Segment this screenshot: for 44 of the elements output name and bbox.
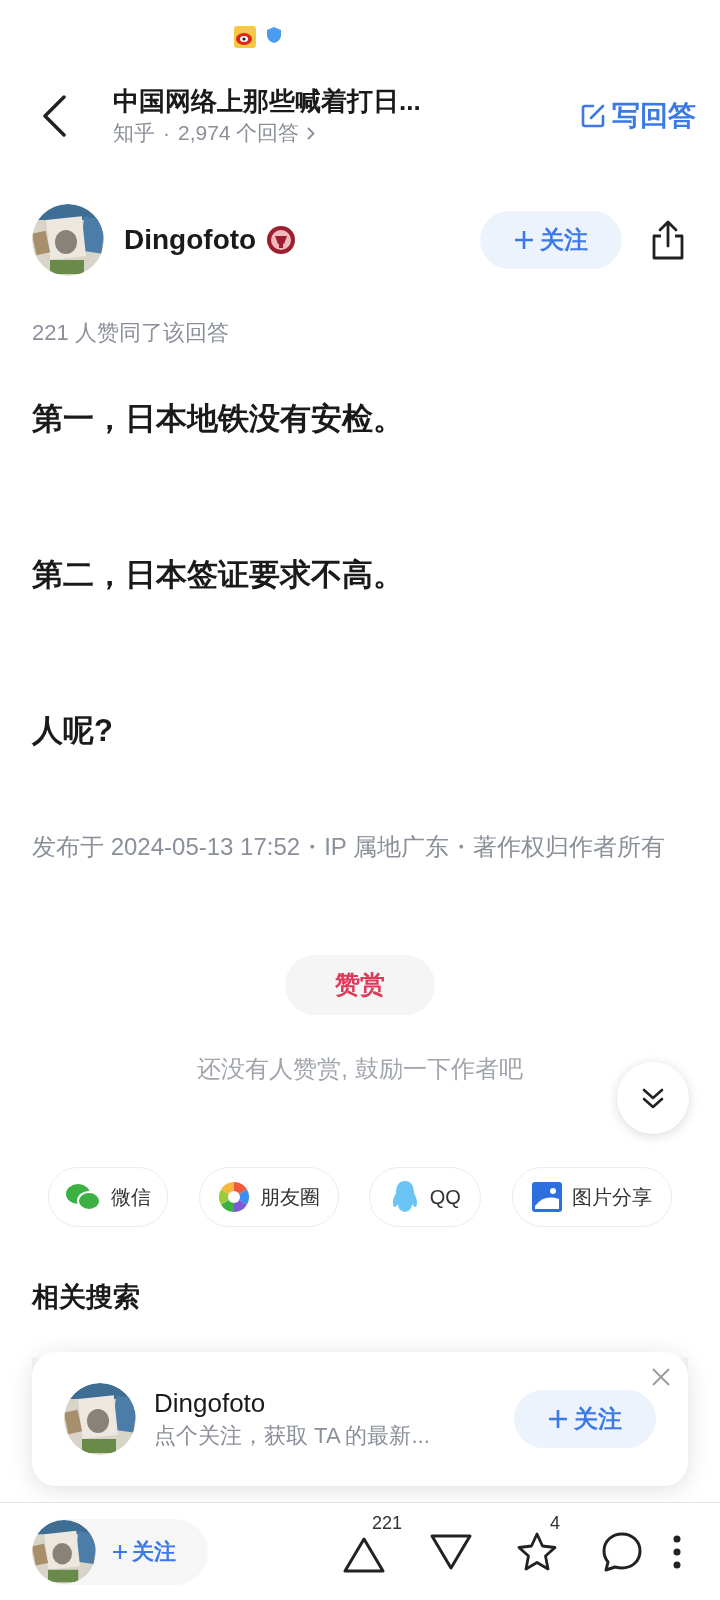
badge-icon xyxy=(266,225,297,255)
author-name[interactable]: Dingofoto xyxy=(154,1386,514,1420)
question-title[interactable]: 中国网络上那些喊着打日... xyxy=(113,84,580,118)
speech-bubble-icon xyxy=(601,1530,643,1573)
answer-paragraph: 第二，日本签证要求不高。 xyxy=(31,556,405,594)
reward-button[interactable]: 赞赏 xyxy=(285,955,435,1015)
publish-info: 发布于 2024-05-13 17:52・IP 属地广东・著作权归作者所有 xyxy=(32,832,667,862)
chevron-right-icon xyxy=(307,126,316,140)
aperture-icon xyxy=(217,1181,250,1213)
plus-icon xyxy=(112,1543,128,1560)
chat-bubbles-icon xyxy=(65,1182,101,1212)
author-name[interactable]: Dingofoto xyxy=(124,219,257,261)
edit-icon xyxy=(580,103,606,129)
follow-button[interactable]: 关注 xyxy=(112,1535,176,1568)
write-answer-button[interactable]: 写回答 xyxy=(580,95,720,137)
double-chevron-down-icon xyxy=(642,1087,664,1109)
plus-icon xyxy=(514,230,534,250)
source-label: 知乎 xyxy=(113,120,155,146)
triangle-up-icon xyxy=(342,1535,386,1574)
app-notification-icon xyxy=(234,26,256,48)
image-icon xyxy=(531,1182,562,1212)
follow-pill[interactable]: 关注 xyxy=(32,1518,208,1585)
upvote-count: 221 xyxy=(372,1511,403,1535)
back-icon xyxy=(42,95,66,137)
shield-icon xyxy=(266,26,282,44)
close-button[interactable] xyxy=(650,1366,672,1388)
section-title: 相关搜索 xyxy=(30,1281,141,1314)
triangle-down-icon xyxy=(429,1532,473,1571)
follow-button[interactable]: 关注 xyxy=(514,1390,656,1448)
more-icon xyxy=(673,1534,681,1569)
separator-dot: · xyxy=(163,120,170,146)
answer-paragraph: 人呢? xyxy=(31,712,114,750)
plus-icon xyxy=(548,1409,568,1429)
star-icon xyxy=(515,1530,559,1573)
answer-paragraph: 第一，日本地铁没有安检。 xyxy=(31,400,405,438)
favorite-count: 4 xyxy=(550,1511,560,1535)
upvote-summary: 221 人赞同了该回答 xyxy=(31,319,230,347)
reward-note: 还没有人赞赏, 鼓励一下作者吧 xyxy=(196,1054,524,1084)
follow-button[interactable]: 关注 xyxy=(480,211,622,269)
share-icon xyxy=(650,220,686,260)
close-icon xyxy=(652,1368,670,1386)
follow-prompt: 点个关注，获取 TA 的最新... xyxy=(154,1422,431,1450)
scroll-down-button[interactable] xyxy=(617,1062,689,1134)
more-button[interactable] xyxy=(672,1533,682,1570)
